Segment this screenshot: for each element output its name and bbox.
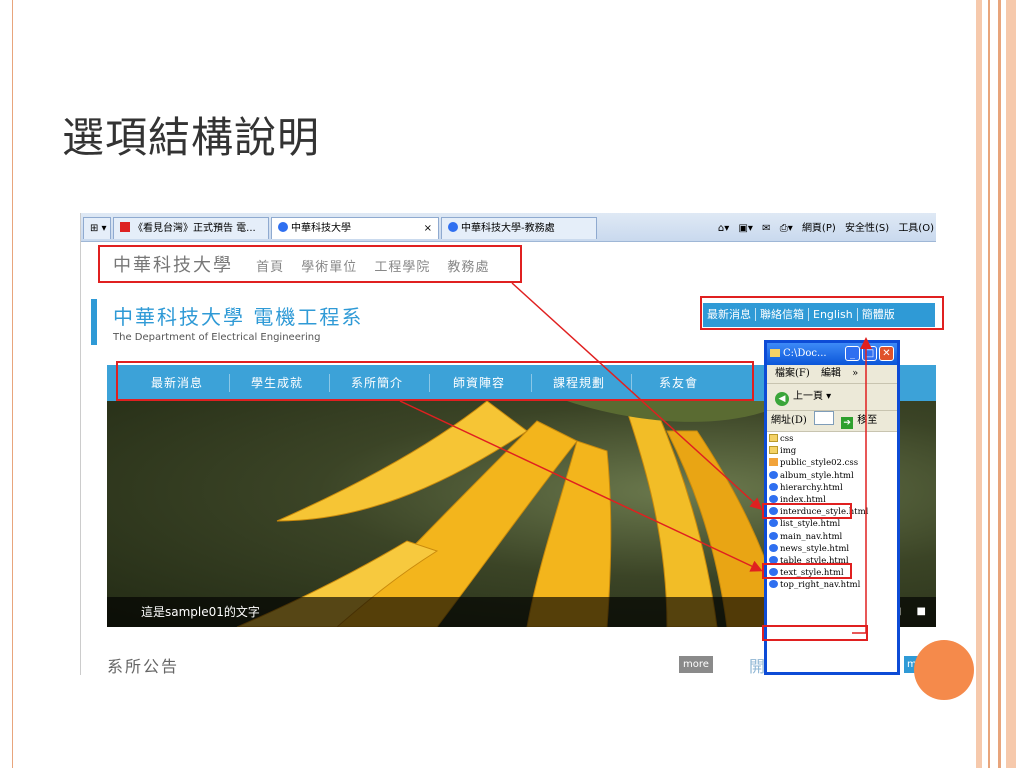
decorative-circle [914,640,974,700]
arrow-top-right-nav [852,337,872,634]
arrow-hierarchy [511,282,763,511]
annotation-arrows [399,282,872,634]
arrow-main-nav [399,400,763,572]
